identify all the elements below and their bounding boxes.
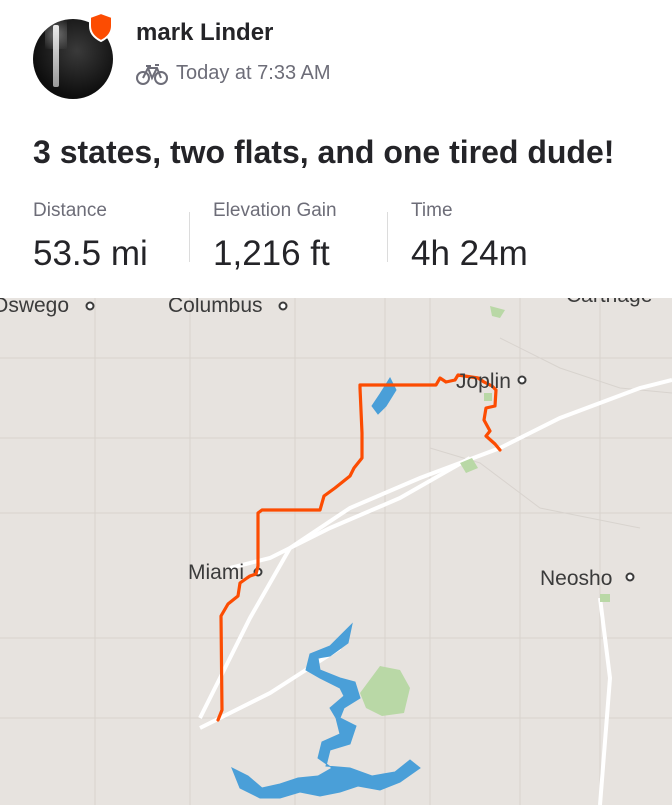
stat-value: 1,216 ft [213, 234, 330, 273]
map-label-columbus: Columbus [168, 298, 263, 317]
map-label-oswego: Oswego [0, 298, 69, 317]
map-label-carthage: Carthage [566, 298, 652, 307]
bike-icon [136, 63, 168, 85]
activity-header: mark Linder Today at 7:33 AM 3 states, t… [0, 0, 672, 300]
stat-value: 53.5 mi [33, 234, 148, 273]
map-label-joplin: Joplin [456, 370, 511, 393]
athlete-name[interactable]: mark Linder [136, 19, 273, 47]
map-label-neosho: Neosho [540, 567, 612, 590]
stat-value: 4h 24m [411, 234, 528, 273]
stat-elevation: Elevation Gain 1,216 ft [213, 200, 337, 274]
stat-label: Time [411, 200, 453, 221]
stat-distance: Distance 53.5 mi [33, 200, 148, 274]
stat-label: Elevation Gain [213, 200, 337, 221]
shield-icon [89, 12, 113, 42]
activity-timestamp: Today at 7:33 AM [176, 62, 331, 84]
stat-divider [189, 212, 190, 262]
map-label-miami: Miami [188, 561, 244, 584]
activity-meta: Today at 7:33 AM [136, 62, 331, 85]
activity-title[interactable]: 3 states, two flats, and one tired dude! [33, 134, 614, 171]
stat-label: Distance [33, 200, 107, 221]
route-map[interactable]: Oswego Columbus Carthage Joplin Miami Ne… [0, 298, 672, 805]
stat-time: Time 4h 24m [411, 200, 528, 274]
stat-divider [387, 212, 388, 262]
